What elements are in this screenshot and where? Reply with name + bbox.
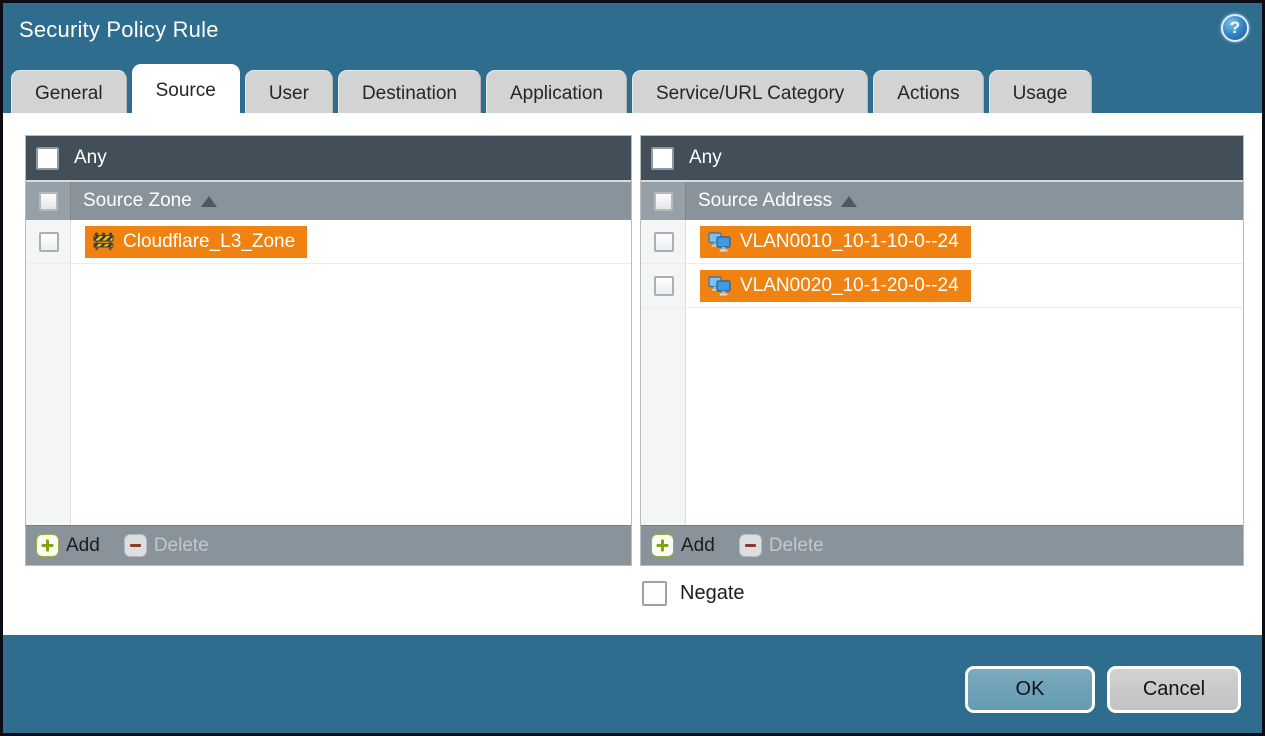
address-icon: [708, 275, 731, 295]
negate-row: Negate: [642, 581, 745, 606]
address-chip[interactable]: VLAN0020_10-1-20-0--24: [700, 269, 971, 302]
add-zone-button[interactable]: Add: [36, 534, 100, 557]
source-address-column-label: Source Address: [698, 190, 833, 211]
table-row[interactable]: Cloudflare_L3_Zone: [26, 220, 631, 264]
ok-button[interactable]: OK: [965, 666, 1095, 713]
address-chip-label: VLAN0020_10-1-20-0--24: [740, 274, 959, 296]
zone-icon: [93, 232, 114, 250]
add-icon: [36, 534, 59, 557]
add-icon: [651, 534, 674, 557]
tab-source[interactable]: Source: [131, 64, 240, 116]
checkbox-column-strip: [26, 220, 71, 525]
row-checkbox[interactable]: [653, 231, 674, 252]
row-checkbox[interactable]: [38, 231, 59, 252]
delete-zone-button[interactable]: Delete: [123, 534, 209, 557]
source-address-any-checkbox[interactable]: [651, 146, 674, 170]
delete-icon: [123, 534, 147, 557]
address-chip-label: VLAN0010_10-1-10-0--24: [740, 230, 959, 252]
delete-button-label: Delete: [768, 534, 824, 556]
tab-general[interactable]: General: [11, 70, 127, 116]
tab-application[interactable]: Application: [486, 70, 627, 116]
title-bar: Security Policy Rule ?: [3, 3, 1262, 63]
source-zone-any-checkbox[interactable]: [36, 146, 59, 170]
source-address-any-header: Any: [641, 136, 1243, 180]
source-zone-any-header: Any: [26, 136, 631, 180]
source-address-footer: Add Delete: [641, 525, 1243, 565]
negate-checkbox[interactable]: [642, 581, 667, 606]
source-zone-any-label: Any: [74, 147, 107, 168]
security-policy-rule-dialog: Security Policy Rule ? General Source Us…: [0, 0, 1265, 736]
row-checkbox[interactable]: [653, 275, 674, 296]
table-row[interactable]: VLAN0020_10-1-20-0--24: [641, 264, 1243, 308]
delete-icon: [738, 534, 762, 557]
tab-actions[interactable]: Actions: [873, 70, 984, 116]
source-address-list: VLAN0010_10-1-10-0--24 VLAN0020_10-1-20-…: [641, 220, 1243, 525]
tab-destination[interactable]: Destination: [337, 70, 481, 116]
tab-bar: General Source User Destination Applicat…: [11, 64, 1092, 116]
address-icon: [708, 231, 731, 251]
delete-address-button[interactable]: Delete: [738, 534, 824, 557]
tab-usage[interactable]: Usage: [988, 70, 1092, 116]
source-address-panel: Any Source Address VLAN0010_10-1-10-0--2…: [640, 135, 1244, 566]
cancel-button[interactable]: Cancel: [1107, 666, 1241, 713]
source-zone-list: Cloudflare_L3_Zone: [26, 220, 631, 525]
source-zone-column-sort[interactable]: Source Zone: [71, 182, 217, 220]
delete-button-label: Delete: [153, 534, 209, 556]
table-row[interactable]: VLAN0010_10-1-10-0--24: [641, 220, 1243, 264]
add-button-label: Add: [66, 534, 100, 556]
row-checkbox-cell: [641, 231, 686, 252]
source-address-select-all-checkbox[interactable]: [653, 191, 673, 211]
source-zone-footer: Add Delete: [26, 525, 631, 565]
source-address-column-header: Source Address: [641, 180, 1243, 220]
zone-chip-label: Cloudflare_L3_Zone: [123, 230, 296, 252]
negate-label: Negate: [680, 582, 745, 604]
help-icon[interactable]: ?: [1221, 14, 1249, 42]
dialog-title: Security Policy Rule: [19, 17, 219, 42]
sort-ascending-icon: [200, 195, 217, 207]
source-zone-select-all-cell: [26, 182, 71, 220]
add-button-label: Add: [681, 534, 715, 556]
source-zone-column-header: Source Zone: [26, 180, 631, 220]
source-address-column-sort[interactable]: Source Address: [686, 182, 858, 220]
source-zone-column-label: Source Zone: [83, 190, 192, 211]
source-tab-content: Any Source Zone Cloudflare_L3_Zone Add D…: [3, 113, 1262, 635]
sort-ascending-icon: [841, 195, 858, 207]
source-address-any-label: Any: [689, 147, 722, 168]
row-checkbox-cell: [26, 231, 71, 252]
source-address-select-all-cell: [641, 182, 686, 220]
zone-chip[interactable]: Cloudflare_L3_Zone: [85, 225, 308, 258]
tab-user[interactable]: User: [244, 70, 333, 116]
source-zone-select-all-checkbox[interactable]: [38, 191, 58, 211]
source-zone-panel: Any Source Zone Cloudflare_L3_Zone Add D…: [25, 135, 632, 566]
address-chip[interactable]: VLAN0010_10-1-10-0--24: [700, 225, 971, 258]
row-checkbox-cell: [641, 275, 686, 296]
tab-service-url-category[interactable]: Service/URL Category: [631, 70, 869, 116]
add-address-button[interactable]: Add: [651, 534, 715, 557]
